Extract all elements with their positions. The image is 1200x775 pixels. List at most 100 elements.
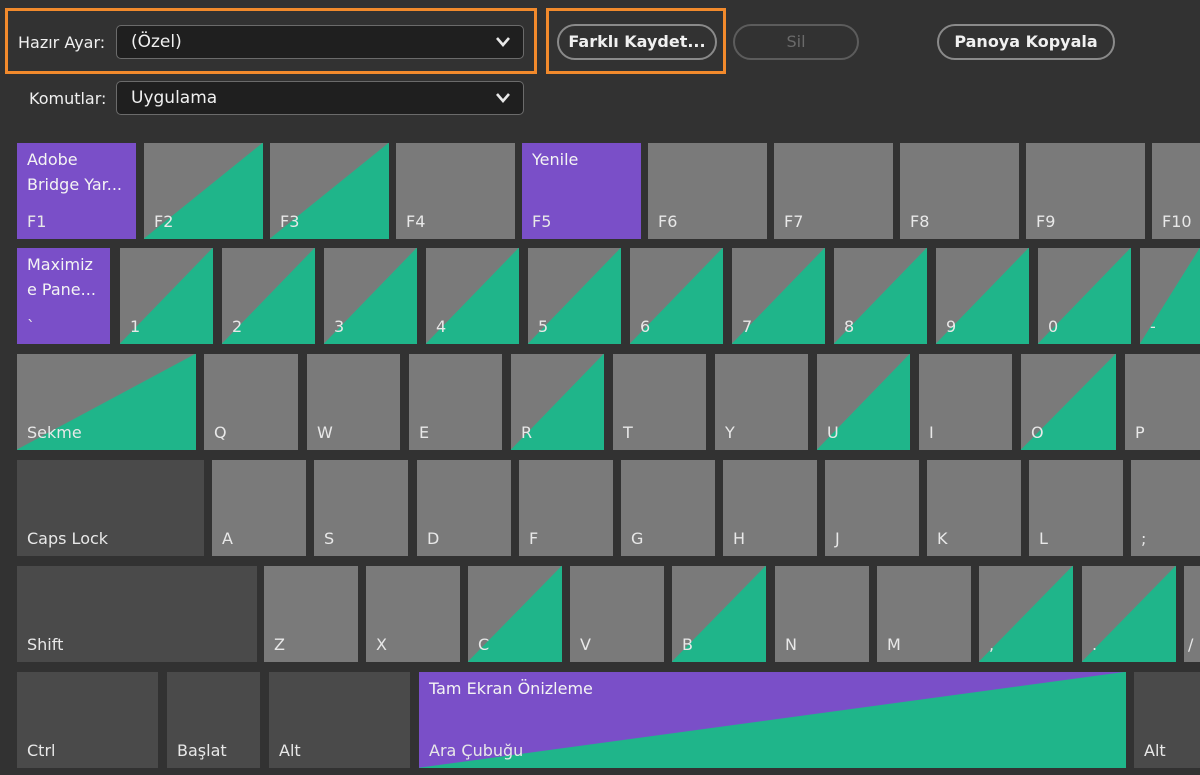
key-label: F9 <box>1036 212 1056 231</box>
key-h[interactable]: H <box>723 460 817 556</box>
key-7[interactable]: 7 <box>732 248 825 344</box>
key-comma[interactable]: , <box>979 566 1073 662</box>
key-0[interactable]: 0 <box>1038 248 1131 344</box>
key-f[interactable]: F <box>519 460 613 556</box>
key-label: K <box>937 529 948 548</box>
key-label: Ctrl <box>27 741 56 760</box>
key-label: C <box>478 635 490 654</box>
key-label: P <box>1135 423 1145 442</box>
copy-to-clipboard-button[interactable]: Panoya Kopyala <box>937 24 1115 60</box>
key-label: 6 <box>640 317 651 336</box>
key-label: F1 <box>27 212 47 231</box>
key-label: M <box>887 635 901 654</box>
key-semicolon[interactable]: ; <box>1131 460 1200 556</box>
key-p[interactable]: P <box>1125 354 1200 450</box>
key-f7[interactable]: F7 <box>774 143 893 239</box>
key-b[interactable]: B <box>672 566 766 662</box>
key-1[interactable]: 1 <box>120 248 213 344</box>
key-w[interactable]: W <box>307 354 400 450</box>
key-6[interactable]: 6 <box>630 248 723 344</box>
key-label: O <box>1031 423 1044 442</box>
delete-button[interactable]: Sil <box>733 24 859 60</box>
key-label: E <box>419 423 430 442</box>
key-label: F7 <box>784 212 804 231</box>
key-2[interactable]: 2 <box>222 248 315 344</box>
key-label: 4 <box>436 317 447 336</box>
key-label: Başlat <box>177 741 227 760</box>
key-spacebar[interactable]: Tam Ekran Önizleme Ara Çubuğu <box>419 672 1126 768</box>
key-label: T <box>623 423 633 442</box>
key-alt-left[interactable]: Alt <box>269 672 410 768</box>
key-label: Q <box>214 423 227 442</box>
key-minus[interactable]: - <box>1140 248 1200 344</box>
key-ctrl[interactable]: Ctrl <box>17 672 158 768</box>
key-command: Yenile <box>532 150 579 169</box>
key-z[interactable]: Z <box>264 566 358 662</box>
key-v[interactable]: V <box>570 566 664 662</box>
key-8[interactable]: 8 <box>834 248 927 344</box>
commands-select[interactable]: Uygulama <box>116 81 524 115</box>
key-label: Y <box>725 423 735 442</box>
commands-select-value: Uygulama <box>131 88 218 108</box>
key-label: ` <box>27 317 35 336</box>
key-alt-right[interactable]: Alt <box>1134 672 1200 768</box>
key-f2[interactable]: F2 <box>144 143 263 239</box>
key-f9[interactable]: F9 <box>1026 143 1145 239</box>
key-label: N <box>785 635 797 654</box>
key-label: F4 <box>406 212 426 231</box>
key-o[interactable]: O <box>1021 354 1116 450</box>
key-label: Alt <box>1144 741 1166 760</box>
key-n[interactable]: N <box>775 566 869 662</box>
key-label: 1 <box>130 317 141 336</box>
key-start[interactable]: Başlat <box>167 672 260 768</box>
key-g[interactable]: G <box>621 460 715 556</box>
key-e[interactable]: E <box>409 354 502 450</box>
key-3[interactable]: 3 <box>324 248 417 344</box>
key-f8[interactable]: F8 <box>900 143 1019 239</box>
key-a[interactable]: A <box>212 460 306 556</box>
key-i[interactable]: I <box>919 354 1012 450</box>
key-slash[interactable]: / <box>1184 566 1200 662</box>
key-period[interactable]: . <box>1082 566 1176 662</box>
key-k[interactable]: K <box>927 460 1021 556</box>
key-label: 0 <box>1048 317 1059 336</box>
key-tab[interactable]: Sekme <box>17 354 196 450</box>
key-f5[interactable]: Yenile F5 <box>522 143 641 239</box>
key-caps-lock[interactable]: Caps Lock <box>17 460 204 556</box>
key-f3[interactable]: F3 <box>270 143 389 239</box>
key-d[interactable]: D <box>417 460 511 556</box>
key-j[interactable]: J <box>825 460 919 556</box>
key-f4[interactable]: F4 <box>396 143 515 239</box>
preset-select[interactable]: (Özel) <box>116 25 524 59</box>
key-label: Ara Çubuğu <box>429 741 524 760</box>
key-shift[interactable]: Shift <box>17 566 257 662</box>
key-y[interactable]: Y <box>715 354 808 450</box>
key-u[interactable]: U <box>817 354 910 450</box>
key-label: F10 <box>1162 212 1192 231</box>
save-as-button[interactable]: Farklı Kaydet... <box>557 24 717 60</box>
key-x[interactable]: X <box>366 566 460 662</box>
key-label: 8 <box>844 317 855 336</box>
key-backtick[interactable]: Maximiz e Pane... ` <box>17 248 110 344</box>
key-label: G <box>631 529 644 548</box>
key-s[interactable]: S <box>314 460 408 556</box>
key-r[interactable]: R <box>511 354 604 450</box>
key-5[interactable]: 5 <box>528 248 621 344</box>
key-label: ; <box>1141 529 1147 548</box>
key-label: Caps Lock <box>27 529 109 548</box>
key-label: J <box>835 529 840 548</box>
key-q[interactable]: Q <box>204 354 298 450</box>
key-9[interactable]: 9 <box>936 248 1029 344</box>
key-c[interactable]: C <box>468 566 562 662</box>
key-l[interactable]: L <box>1029 460 1123 556</box>
key-label: 3 <box>334 317 345 336</box>
key-f10[interactable]: F10 <box>1152 143 1200 239</box>
key-f6[interactable]: F6 <box>648 143 767 239</box>
key-t[interactable]: T <box>613 354 706 450</box>
key-f1[interactable]: Adobe Bridge Yar... F1 <box>17 143 136 239</box>
key-4[interactable]: 4 <box>426 248 519 344</box>
key-label: W <box>317 423 333 442</box>
key-label: F <box>529 529 539 548</box>
key-label: F8 <box>910 212 930 231</box>
key-m[interactable]: M <box>877 566 971 662</box>
